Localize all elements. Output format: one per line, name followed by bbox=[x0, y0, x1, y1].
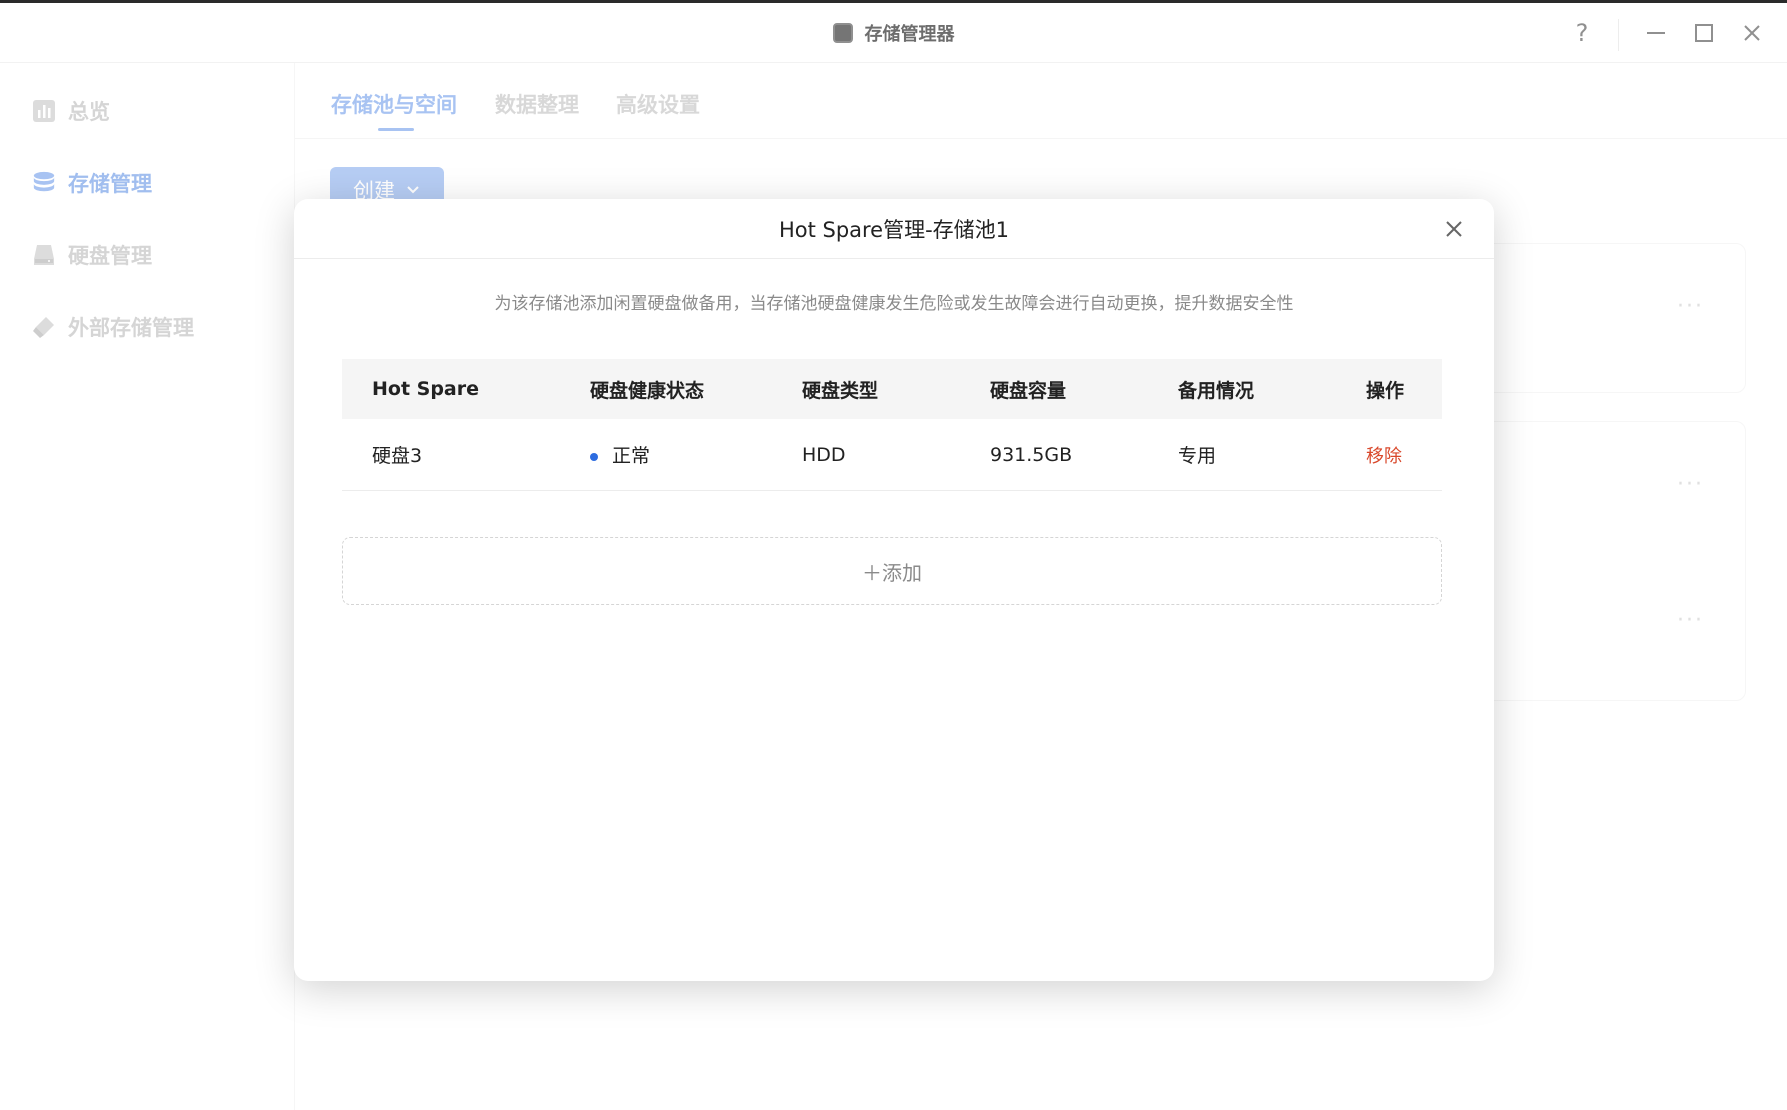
table-header: Hot Spare 硬盘健康状态 硬盘类型 硬盘容量 备用情况 操作 bbox=[342, 359, 1442, 419]
dialog-header: Hot Spare管理-存储池1 bbox=[294, 199, 1494, 259]
app-window: 存储管理器 ? 总览 存储管理 硬盘管理 外部存储管理 存储池与空间 数据整理 … bbox=[0, 3, 1787, 1110]
column-header: Hot Spare bbox=[372, 378, 480, 400]
dialog-title: Hot Spare管理-存储池1 bbox=[778, 217, 1010, 242]
health-status-text: 正常 bbox=[612, 445, 651, 467]
column-header: 硬盘容量 bbox=[990, 379, 1067, 402]
spare-usage: 专用 bbox=[1178, 445, 1217, 467]
close-icon bbox=[1446, 221, 1462, 237]
column-header: 硬盘类型 bbox=[802, 379, 879, 402]
disk-name: 硬盘3 bbox=[372, 445, 423, 467]
disk-type: HDD bbox=[802, 443, 846, 466]
column-header: 操作 bbox=[1366, 379, 1405, 402]
column-header: 硬盘健康状态 bbox=[590, 379, 705, 402]
remove-button[interactable]: 移除 bbox=[1366, 446, 1402, 467]
add-hot-spare-button[interactable]: ＋添加 bbox=[342, 537, 1442, 605]
hot-spare-table: Hot Spare 硬盘健康状态 硬盘类型 硬盘容量 备用情况 操作 硬盘3 正… bbox=[342, 359, 1442, 491]
column-header: 备用情况 bbox=[1178, 379, 1255, 402]
health-status: 正常 bbox=[560, 441, 772, 468]
remove-cell: 移除 bbox=[1336, 442, 1442, 468]
status-dot-icon bbox=[590, 452, 598, 461]
hot-spare-dialog: Hot Spare管理-存储池1 为该存储池添加闲置硬盘做备用，当存储池硬盘健康… bbox=[294, 199, 1494, 981]
dialog-close-button[interactable] bbox=[1442, 217, 1466, 241]
dialog-description: 为该存储池添加闲置硬盘做备用，当存储池硬盘健康发生危险或发生故障会进行自动更换，… bbox=[494, 294, 1294, 314]
table-row: 硬盘3 正常 HDD 931.5GB 专用 移除 bbox=[342, 419, 1442, 491]
disk-capacity: 931.5GB bbox=[990, 443, 1073, 466]
